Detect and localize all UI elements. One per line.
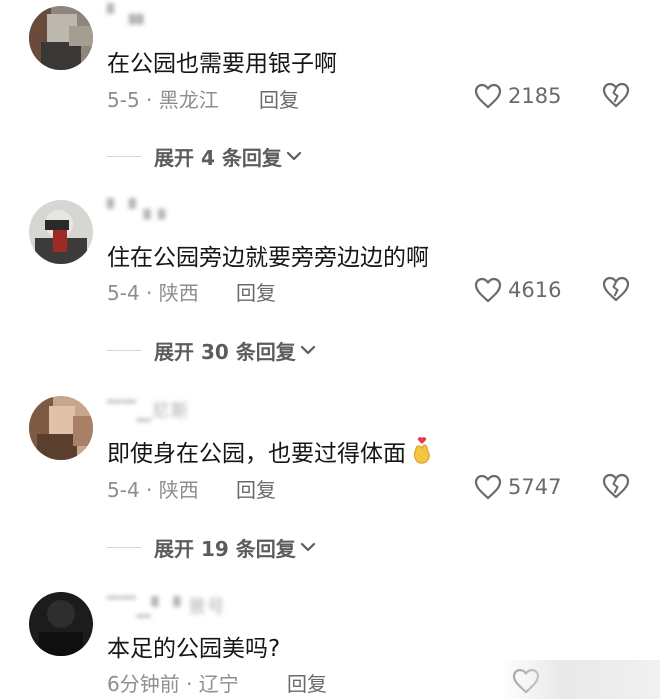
- bottom-watermark-fade: [500, 660, 660, 699]
- avatar[interactable]: [29, 592, 93, 656]
- comment-meta: 6分钟前 · 辽宁: [107, 672, 239, 696]
- reply-button[interactable]: 回复: [287, 668, 327, 697]
- comment-item: ▔▔▁▘▝ 景号 本足的公园美吗? 6分钟前 · 辽宁 回复: [0, 0, 660, 699]
- username[interactable]: ▔▔▁▘▝ 景号: [107, 593, 226, 619]
- comment-text: 本足的公园美吗?: [107, 636, 281, 662]
- comment-list: ▘▗▖ 在公园也需要用银子啊 5-5 · 黑龙江 回复 2185 展开 4 条回…: [0, 0, 660, 699]
